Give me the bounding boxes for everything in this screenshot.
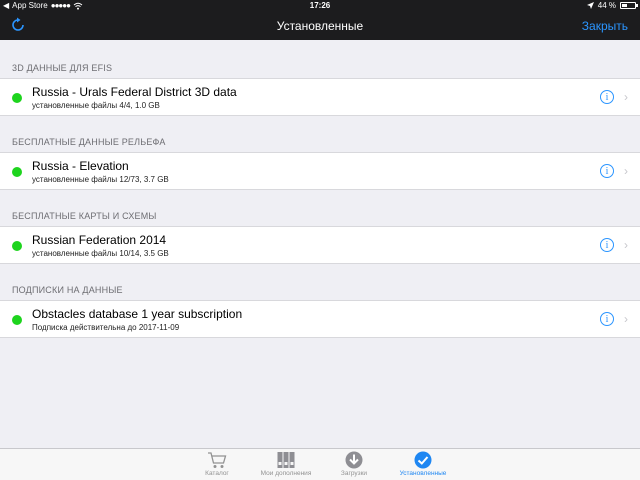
item-title: Russia - Urals Federal District 3D data bbox=[32, 85, 237, 99]
installed-status-dot bbox=[12, 93, 22, 103]
chevron-right-icon: › bbox=[624, 238, 628, 252]
item-subtitle: установленные файлы 10/14, 3.5 GB bbox=[32, 249, 169, 258]
item-subtitle: Подписка действительна до 2017-11-09 bbox=[32, 323, 180, 332]
download-icon bbox=[345, 451, 363, 469]
item-title: Russian Federation 2014 bbox=[32, 233, 167, 247]
nav-bar: Установленные Закрыть bbox=[0, 12, 640, 40]
installed-list: 3D ДАННЫЕ ДЛЯ EFIS Russia - Urals Federa… bbox=[0, 40, 640, 448]
info-icon[interactable]: i bbox=[600, 312, 614, 326]
installed-status-dot bbox=[12, 315, 22, 325]
section-header-maps: БЕСПЛАТНЫЕ КАРТЫ И СХЕМЫ bbox=[12, 211, 157, 221]
section-header-efis: 3D ДАННЫЕ ДЛЯ EFIS bbox=[12, 63, 113, 73]
tab-downloads[interactable]: Загрузки bbox=[319, 451, 389, 477]
tab-my-addons[interactable]: Мои дополнения bbox=[251, 451, 321, 477]
tab-installed[interactable]: Установленные bbox=[388, 451, 458, 477]
list-item-russian-federation-2014[interactable]: Russian Federation 2014 установленные фа… bbox=[0, 226, 640, 264]
status-right: 44 % bbox=[586, 1, 638, 10]
checkmark-icon bbox=[414, 451, 432, 469]
status-time: 17:26 bbox=[309, 1, 331, 10]
section-header-subscriptions: ПОДПИСКИ НА ДАННЫЕ bbox=[12, 285, 123, 295]
chevron-right-icon: › bbox=[624, 312, 628, 326]
tab-label: Загрузки bbox=[340, 470, 368, 477]
item-subtitle: установленные файлы 4/4, 1.0 GB bbox=[32, 101, 160, 110]
tab-label: Каталог bbox=[205, 470, 229, 477]
installed-status-dot bbox=[12, 241, 22, 251]
info-icon[interactable]: i bbox=[600, 164, 614, 178]
location-arrow-icon bbox=[586, 2, 594, 9]
cart-icon bbox=[208, 452, 227, 468]
tab-label: Мои дополнения bbox=[260, 470, 312, 477]
tab-label: Установленные bbox=[399, 470, 447, 477]
tab-catalog[interactable]: Каталог bbox=[182, 451, 252, 477]
list-item-urals-3d[interactable]: Russia - Urals Federal District 3D data … bbox=[0, 78, 640, 116]
section-header-elevation: БЕСПЛАТНЫЕ ДАННЫЕ РЕЛЬЕФА bbox=[12, 137, 166, 147]
info-icon[interactable]: i bbox=[600, 238, 614, 252]
page-title: Установленные bbox=[276, 19, 364, 33]
list-item-obstacles-subscription[interactable]: Obstacles database 1 year subscription П… bbox=[0, 300, 640, 338]
installed-status-dot bbox=[12, 167, 22, 177]
item-title: Obstacles database 1 year subscription bbox=[32, 307, 243, 321]
tab-bar: Каталог Мои дополнения Загрузки Установл… bbox=[0, 448, 640, 480]
item-subtitle: установленные файлы 12/73, 3.7 GB bbox=[32, 175, 169, 184]
battery-percent: 44 % bbox=[597, 1, 616, 10]
close-button[interactable]: Закрыть bbox=[582, 19, 628, 33]
battery-icon bbox=[620, 2, 638, 9]
status-bar: ◀ App Store ●●●●● 17:26 44 % bbox=[0, 0, 640, 12]
binders-icon bbox=[277, 452, 295, 468]
list-item-russia-elevation[interactable]: Russia - Elevation установленные файлы 1… bbox=[0, 152, 640, 190]
item-title: Russia - Elevation bbox=[32, 159, 129, 173]
chevron-right-icon: › bbox=[624, 164, 628, 178]
chevron-right-icon: › bbox=[624, 90, 628, 104]
info-icon[interactable]: i bbox=[600, 90, 614, 104]
